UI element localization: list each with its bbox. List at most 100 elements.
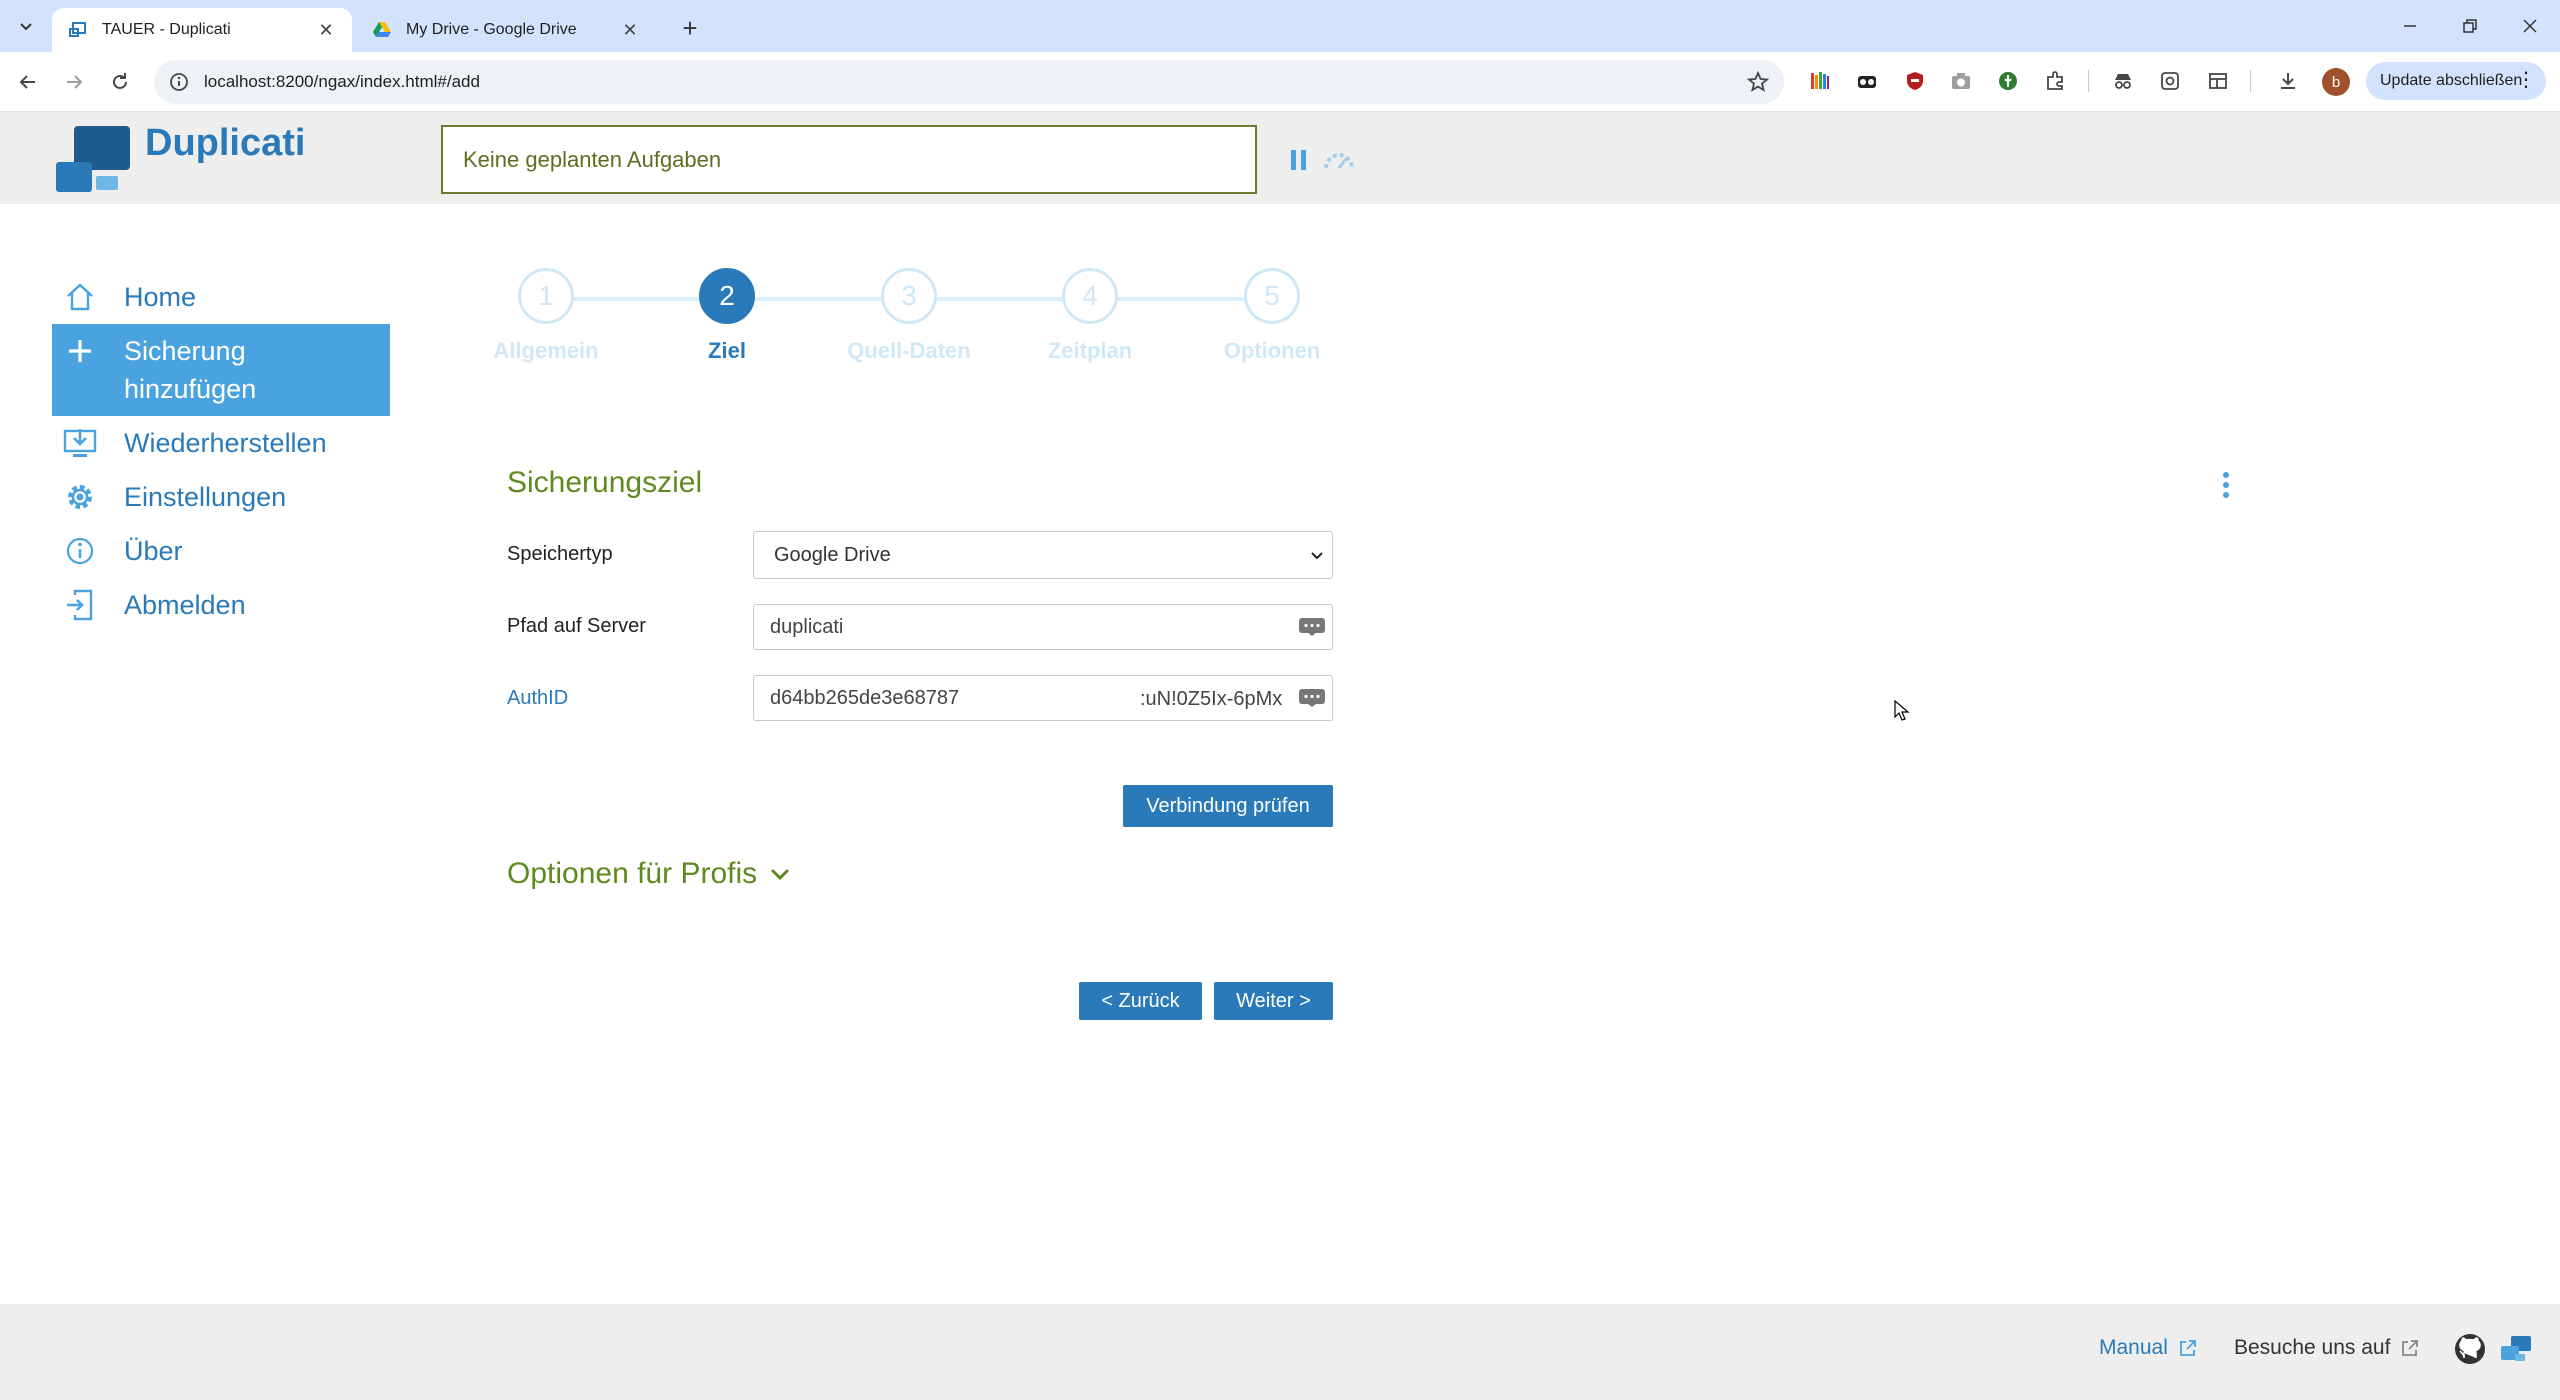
next-button[interactable]: Weiter >: [1214, 982, 1333, 1020]
plus-icon: [62, 332, 98, 370]
authid-input[interactable]: d64bb265de3e68787 :uN!0Z5Ix-6pMx: [753, 675, 1333, 721]
close-window-icon: [2523, 19, 2537, 33]
step-label: Zeitplan: [1047, 338, 1133, 363]
step-label: Ziel: [708, 338, 746, 363]
step-number: 1: [518, 268, 574, 324]
restore-window-icon: [2463, 19, 2477, 33]
extension-books-icon[interactable]: [1807, 68, 1833, 94]
throttle-icon[interactable]: [1322, 148, 1356, 172]
sidebar-item-restore[interactable]: Wiederherstellen: [52, 416, 390, 470]
storage-type-select[interactable]: Google Drive: [753, 531, 1333, 579]
status-box: Keine geplanten Aufgaben: [441, 125, 1257, 194]
new-tab-button[interactable]: +: [676, 13, 704, 43]
authid-label[interactable]: AuthID: [507, 687, 568, 710]
sidebar-item-label: Home: [124, 282, 197, 312]
step-number: 3: [881, 268, 937, 324]
forum-icon[interactable]: [2499, 1332, 2533, 1366]
brand-title[interactable]: Duplicati: [145, 122, 305, 165]
extension-shield-icon[interactable]: [1902, 68, 1928, 94]
minimize-icon: [2404, 25, 2416, 27]
profile-avatar[interactable]: b: [2322, 68, 2350, 96]
status-text: Keine geplanten Aufgaben: [463, 146, 722, 172]
close-icon[interactable]: ✕: [620, 20, 640, 40]
server-path-label: Pfad auf Server: [507, 615, 646, 637]
manual-link[interactable]: Manual: [2099, 1336, 2198, 1360]
back-button[interactable]: [12, 66, 44, 98]
sidebar-item-settings[interactable]: Einstellungen: [52, 470, 390, 524]
advanced-options-toggle[interactable]: Optionen für Profis: [507, 857, 791, 891]
more-vert-icon[interactable]: [2218, 470, 2234, 500]
restore-window-button[interactable]: [2450, 10, 2490, 42]
sidebar-item-add-backup[interactable]: Sicherung hinzufügen: [52, 324, 390, 416]
mouse-cursor-icon: [1894, 700, 1910, 721]
visit-label: Besuche uns auf: [2234, 1336, 2391, 1359]
sidepanel-icon[interactable]: [2205, 68, 2231, 94]
url-text[interactable]: localhost:8200/ngax/index.html#/add: [204, 72, 480, 92]
incognito-icon[interactable]: [2110, 68, 2136, 94]
sidebar-item-logout[interactable]: Abmelden: [52, 578, 390, 632]
arrow-right-icon: [67, 75, 83, 89]
external-link-icon: [2402, 1340, 2419, 1356]
step-source-data[interactable]: 3 Quell-Daten: [829, 268, 989, 364]
authid-value-end: :uN!0Z5Ix-6pMx: [1140, 688, 1283, 710]
extension-camera-icon[interactable]: [1948, 68, 1974, 94]
tab-search-button[interactable]: [12, 12, 40, 40]
storage-type-label: Speichertyp: [507, 543, 613, 565]
extensions-puzzle-icon[interactable]: [2042, 68, 2068, 94]
info-icon: [62, 532, 98, 570]
sidebar-item-label: Abmelden: [124, 590, 246, 620]
reload-button[interactable]: [104, 66, 136, 98]
close-icon[interactable]: ✕: [316, 20, 336, 40]
extension-leaf-icon[interactable]: [1995, 68, 2021, 94]
chevron-down-icon: [771, 868, 790, 881]
text-options-icon[interactable]: [1298, 617, 1326, 637]
pause-icon[interactable]: [1290, 149, 1308, 171]
step-destination[interactable]: 2 Ziel: [647, 268, 807, 364]
close-window-button[interactable]: [2510, 10, 2550, 42]
step-number: 4: [1062, 268, 1118, 324]
extension-glasses-icon[interactable]: [1854, 68, 1880, 94]
step-label: Quell-Daten: [847, 338, 971, 363]
manual-label: Manual: [2099, 1336, 2168, 1359]
section-title: Sicherungsziel: [507, 466, 703, 499]
arrow-left-icon: [19, 75, 35, 89]
address-bar[interactable]: localhost:8200/ngax/index.html#/add: [154, 60, 1784, 104]
more-vert-icon: ⋮: [2516, 69, 2536, 91]
step-number: 5: [1244, 268, 1300, 324]
sidebar-nav: Home Sicherung hinzufügen Wiederherstell…: [52, 270, 390, 632]
reload-icon: [113, 73, 127, 89]
update-button[interactable]: Update abschließen ⋮: [2366, 62, 2546, 100]
wizard-steps: 1 Allgemein 2 Ziel 3 Quell-Daten 4 Zeitp…: [490, 268, 1350, 378]
download-icon[interactable]: [2275, 68, 2301, 94]
sidebar-item-home[interactable]: Home: [52, 270, 390, 324]
step-schedule[interactable]: 4 Zeitplan: [1010, 268, 1170, 364]
screenshot-icon[interactable]: [2157, 68, 2183, 94]
step-options[interactable]: 5 Optionen: [1192, 268, 1352, 364]
text-options-icon[interactable]: [1298, 688, 1326, 708]
external-link-icon: [2179, 1340, 2196, 1356]
site-info-icon[interactable]: [168, 71, 190, 93]
duplicati-logo-icon[interactable]: [54, 124, 134, 196]
forward-button[interactable]: [58, 66, 90, 98]
advanced-options-label: Optionen für Profis: [507, 857, 758, 890]
visit-us-link[interactable]: Besuche uns auf: [2234, 1336, 2420, 1360]
minimize-button[interactable]: [2390, 10, 2430, 42]
tab-duplicati[interactable]: TAUER - Duplicati ✕: [52, 8, 352, 52]
step-general[interactable]: 1 Allgemein: [466, 268, 626, 364]
chevron-down-icon: [1311, 552, 1323, 560]
chevron-down-icon: [20, 23, 32, 31]
test-connection-button[interactable]: Verbindung prüfen: [1123, 785, 1333, 827]
tab-title: TAUER - Duplicati: [102, 21, 231, 38]
tab-google-drive[interactable]: My Drive - Google Drive ✕: [356, 8, 656, 52]
gear-icon: [62, 478, 98, 516]
google-drive-icon: [373, 22, 391, 37]
server-path-input[interactable]: duplicati: [753, 604, 1333, 650]
github-icon[interactable]: [2453, 1332, 2487, 1366]
back-button[interactable]: < Zurück: [1079, 982, 1202, 1020]
sidebar-item-label: Wiederherstellen: [124, 428, 327, 458]
server-path-value: duplicati: [770, 615, 844, 638]
sidebar-item-about[interactable]: Über: [52, 524, 390, 578]
logout-icon: [62, 586, 98, 624]
step-label: Allgemein: [493, 338, 599, 363]
bookmark-star-icon[interactable]: [1746, 70, 1770, 94]
